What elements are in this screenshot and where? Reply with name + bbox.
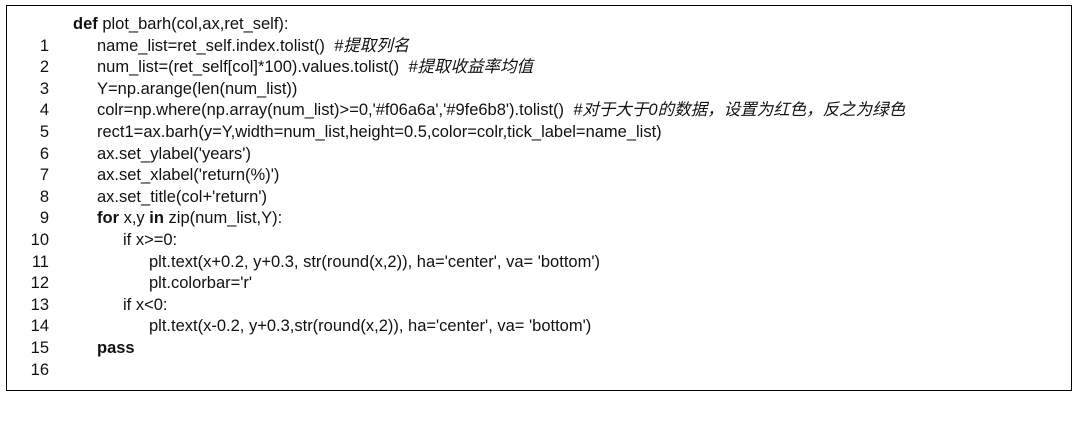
line-code: plt.text(x+0.2, y+0.3, str(round(x,2)), … <box>149 252 600 274</box>
line-code: Y=np.arange(len(num_list)) <box>97 79 297 101</box>
line-code: plt.text(x-0.2, y+0.3,str(round(x,2)), h… <box>149 316 591 338</box>
code-text: plot_barh(col,ax,ret_self): <box>97 15 289 33</box>
code-text: plt.text(x+0.2, y+0.3, str(round(x,2)), … <box>149 252 600 271</box>
line-code: num_list=(ret_self[col]*100).values.toli… <box>97 57 533 79</box>
code-line: 13 plt.colorbar='r' <box>7 273 1071 314</box>
code-text: ax.set_title(col+'return') <box>97 187 267 206</box>
code-text: ax.set_ylabel('years') <box>97 144 251 163</box>
code-text: Y=np.arange(len(num_list)) <box>97 79 298 98</box>
line-number: 16 <box>30 360 49 379</box>
code-text: zip(num_list,Y): <box>163 209 283 228</box>
code-line: 1 def plot_barh(col,ax,ret_self): <box>7 14 1071 55</box>
line-code: if x<0: <box>123 295 167 317</box>
code-line: 4 Y=np.arange(len(num_list)) <box>7 79 1071 120</box>
code-line: 2 name_list=ret_self.index.tolist() #提取列… <box>7 36 1071 77</box>
line-code: ax.set_title(col+'return') <box>97 187 267 209</box>
code-line: 7 ax.set_ylabel('years') <box>7 144 1071 185</box>
line-code: ax.set_ylabel('years') <box>97 144 251 166</box>
code-text: rect1=ax.barh(y=Y,width=num_list,height=… <box>97 122 662 141</box>
code-line: 5 colr=np.where(np.array(num_list)>=0,'#… <box>7 100 1071 141</box>
code-line: 9 ax.set_title(col+'return') <box>7 187 1071 228</box>
keyword: in <box>149 209 164 228</box>
keyword: pass <box>97 338 135 357</box>
code-text: num_list=(ret_self[col]*100).values.toli… <box>97 58 409 77</box>
code-line: 12 plt.text(x+0.2, y+0.3, str(round(x,2)… <box>7 252 1071 293</box>
line-code: pass <box>97 338 135 360</box>
code-text: if x<0: <box>123 295 168 314</box>
code-text: name_list=ret_self.index.tolist() <box>97 36 335 55</box>
line-code: ax.set_xlabel('return(%)') <box>97 165 279 187</box>
code-comment: #对于大于0的数据，设置为红色，反之为绿色 <box>573 101 906 120</box>
line-code: def plot_barh(col,ax,ret_self): <box>73 14 289 36</box>
code-line: 14 if x<0: <box>7 295 1071 336</box>
code-line: 10 for x,y in zip(num_list,Y): <box>7 208 1071 249</box>
line-code: if x>=0: <box>123 230 177 252</box>
code-text: colr=np.where(np.array(num_list)>=0,'#f0… <box>97 101 574 120</box>
code-line: 16 pass <box>7 338 1071 379</box>
code-text: x,y <box>119 209 150 228</box>
code-line: 6 rect1=ax.barh(y=Y,width=num_list,heigh… <box>7 122 1071 163</box>
line-code: name_list=ret_self.index.tolist() #提取列名 <box>97 36 409 58</box>
line-code: rect1=ax.barh(y=Y,width=num_list,height=… <box>97 122 662 144</box>
code-comment: #提取收益率均值 <box>408 58 534 77</box>
code-line: 11 if x>=0: <box>7 230 1071 271</box>
keyword: def <box>73 15 98 33</box>
code-lines: 1 def plot_barh(col,ax,ret_self): 2 name… <box>7 14 1071 379</box>
code-text: plt.colorbar='r' <box>149 274 253 293</box>
line-code: plt.colorbar='r' <box>149 273 252 295</box>
code-text: plt.text(x-0.2, y+0.3,str(round(x,2)), h… <box>149 317 592 336</box>
code-comment: #提取列名 <box>334 36 410 55</box>
keyword: for <box>97 209 119 228</box>
code-panel: 1 def plot_barh(col,ax,ret_self): 2 name… <box>6 5 1072 391</box>
code-line: 15 plt.text(x-0.2, y+0.3,str(round(x,2))… <box>7 316 1071 357</box>
line-code: for x,y in zip(num_list,Y): <box>97 208 282 230</box>
line-code: colr=np.where(np.array(num_list)>=0,'#f0… <box>97 100 905 122</box>
code-line: 3 num_list=(ret_self[col]*100).values.to… <box>7 57 1071 98</box>
code-line: 8 ax.set_xlabel('return(%)') <box>7 165 1071 206</box>
code-text: if x>=0: <box>123 230 178 249</box>
code-text: ax.set_xlabel('return(%)') <box>97 166 280 185</box>
